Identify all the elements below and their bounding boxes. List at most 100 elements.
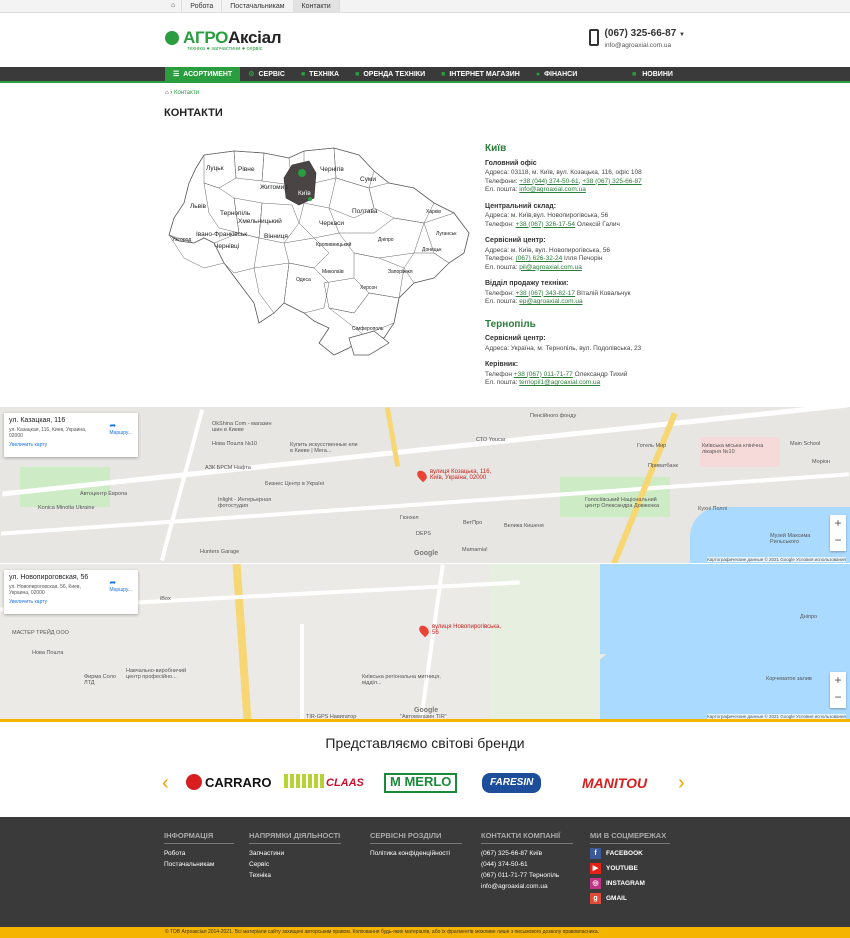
zoom-out-button[interactable]: − (830, 689, 846, 706)
map-region-label[interactable]: Чернігів (320, 165, 344, 173)
chevron-right-icon[interactable]: › (678, 770, 685, 796)
map-label[interactable]: Автоцентр Европа (80, 491, 127, 497)
map-region-label[interactable]: Луцьк (206, 165, 224, 172)
map-label[interactable]: Купить искусственные ели в Киеве | Мега.… (290, 442, 360, 454)
map-pin[interactable]: вулиця Козацька, 116, Київ, Україна, 020… (415, 468, 500, 482)
map-label[interactable]: Дніпро (800, 614, 817, 620)
map-label[interactable]: Навчально-виробничий центр професійно... (126, 668, 196, 680)
footer-link[interactable]: Постачальникам (164, 859, 234, 870)
social-instagram[interactable]: ◎ INSTAGRAM (590, 878, 670, 889)
chevron-down-icon[interactable]: ▼ (679, 32, 685, 38)
map-region-label[interactable]: Сімферополь (352, 326, 384, 332)
nav-news[interactable]: ■ НОВИНИ (632, 67, 673, 83)
header-email[interactable]: info@agroaxial.com.ua (605, 42, 685, 49)
map-region-label[interactable]: Київ (298, 190, 311, 197)
email-link[interactable]: pil@agroaxial.com.ua (519, 264, 582, 271)
phone-link[interactable]: +38 (067) 326-17-54 (516, 221, 575, 228)
enlarge-map-link[interactable]: Увеличить карту (9, 599, 133, 605)
map-region-label[interactable]: Полтава (352, 208, 378, 215)
map-label[interactable]: iBox (160, 596, 171, 602)
map-label[interactable]: Пенсійного фонду (530, 413, 576, 419)
map-label[interactable]: ВетПро (463, 520, 482, 526)
footer-link[interactable]: Робота (164, 848, 234, 859)
zoom-control[interactable]: + − (830, 672, 846, 708)
map-label[interactable]: МАСТЕР ТРЕЙД ООО (12, 630, 69, 636)
map-label[interactable]: Приватбанк (648, 463, 678, 469)
footer-link[interactable]: (044) 374-50-61 (481, 859, 573, 870)
map-label[interactable]: DEPS (416, 531, 431, 537)
social-facebook[interactable]: f FACEBOOK (590, 848, 670, 859)
map-region-label[interactable]: Рівне (238, 165, 255, 173)
map-region-label[interactable]: Одеса (296, 277, 311, 283)
map-label[interactable]: СТО Youcar (476, 437, 506, 443)
map-label[interactable]: Konica Minolta Ukraine (38, 505, 95, 511)
map-region-label[interactable]: Івано-Франківськ (196, 230, 247, 238)
zoom-control[interactable]: + − (830, 515, 846, 551)
map-label[interactable]: Фирма Соло ЛТД (84, 674, 124, 686)
map-label[interactable]: Київська регіональна митниця, відділ... (362, 674, 442, 686)
map-label[interactable]: Музей Максима Рильського (770, 533, 830, 545)
nav-rent[interactable]: ■ ОРЕНДА ТЕХНІКИ (347, 67, 433, 83)
zoom-in-button[interactable]: + (830, 672, 846, 689)
footer-link[interactable]: Запчастини (249, 848, 341, 859)
map-region-label[interactable]: Донецьк (422, 247, 442, 253)
brand-claas[interactable]: CLAAS (284, 773, 364, 793)
social-youtube[interactable]: ▶ YOUTUBE (590, 863, 670, 874)
brand-manitou[interactable]: MANITOU (582, 773, 647, 793)
map-region-label[interactable]: Хмельницький (238, 217, 282, 225)
map-region-label[interactable]: Черкаси (319, 220, 344, 227)
map-label[interactable]: Кухні Поллі (698, 506, 727, 512)
map-region-label[interactable]: Харків (426, 209, 441, 215)
map-label[interactable]: Гюнхел (400, 515, 419, 521)
map-label[interactable]: Hunters Garage (200, 549, 239, 555)
top-link-work[interactable]: Робота (182, 0, 223, 13)
footer-link[interactable]: (067) 011-71-77 Тернопіль (481, 870, 573, 881)
zoom-in-button[interactable]: + (830, 515, 846, 532)
footer-link[interactable]: Політика конфіденційності (370, 848, 462, 859)
map-label[interactable]: Велика Кишеня (504, 523, 544, 529)
map-label[interactable]: Main School (790, 441, 820, 447)
ukraine-map[interactable]: Луцьк Рівне Житомир Київ Чернігів Суми Х… (164, 143, 474, 363)
map-region-label[interactable]: Тернопіль (220, 209, 251, 217)
social-gmail[interactable]: g GMAIL (590, 893, 670, 904)
home-icon[interactable]: ⌂ (165, 0, 183, 13)
map-region-label[interactable]: Луганськ (436, 231, 457, 237)
map-region-label[interactable]: Чернівці (214, 242, 239, 250)
phone-link[interactable]: (067) 626-32-24 (516, 255, 563, 262)
google-map-novopyrohivska[interactable]: ул. Новопироговская, 56 ул. Новопироговс… (0, 564, 850, 720)
nav-finance[interactable]: ● ФІНАНСИ (528, 67, 585, 83)
zoom-out-button[interactable]: − (830, 532, 846, 549)
nav-machinery[interactable]: ■ ТЕХНІКА (293, 67, 347, 83)
kyiv-marker-icon[interactable] (298, 169, 306, 177)
email-link[interactable]: ep@agroaxial.com.ua (519, 298, 582, 305)
map-label[interactable]: Mamamia! (462, 547, 488, 553)
map-region-label[interactable]: Запоріжжя (388, 269, 413, 275)
map-pin[interactable]: вулиця Новопирогівська, 56 (417, 623, 502, 637)
map-region-label[interactable]: Львів (190, 202, 207, 210)
phone-link[interactable]: +38 (067) 343-82-17 (516, 290, 575, 297)
map-label[interactable]: АЗК БРСМ Нафта (205, 465, 251, 471)
footer-link[interactable]: info@agroaxial.com.ua (481, 881, 573, 892)
map-region-label[interactable]: Дніпро (378, 237, 394, 243)
map-label[interactable]: Inlight - Интерьерная фотостудия (218, 497, 298, 509)
enlarge-map-link[interactable]: Увеличить карту (9, 442, 133, 448)
phone-link[interactable]: +38 (044) 374-50-61 (519, 178, 578, 185)
directions-button[interactable]: ➦ Маршру... (109, 421, 132, 436)
map-attribution[interactable]: Картографические данные © 2021 Google Ус… (707, 557, 846, 562)
map-region-label[interactable]: Миколаїв (322, 269, 344, 275)
email-link[interactable]: ternopil1@agroaxial.com.ua (519, 379, 600, 386)
footer-link[interactable]: Сервіс (249, 859, 341, 870)
map-label[interactable]: Моріон (812, 459, 830, 465)
phone-link[interactable]: +38 (067) 325-66-87 (582, 178, 641, 185)
map-region-label[interactable]: Житомир (260, 184, 288, 191)
brand-merlo[interactable]: M MERLO (384, 773, 458, 793)
brand-faresin[interactable]: FARESIN (482, 773, 542, 793)
top-link-suppliers[interactable]: Постачальникам (222, 0, 294, 13)
map-label[interactable]: Нова Пошта (32, 650, 63, 656)
home-icon[interactable]: ⌂ (165, 90, 169, 96)
phone-link[interactable]: +38 (067) 011-71-77 (514, 371, 573, 378)
top-link-contacts[interactable]: Контакти (293, 0, 340, 13)
chevron-left-icon[interactable]: ‹ (162, 770, 169, 796)
google-map-kozatska[interactable]: ул. Казацкая, 116 ул. Казацкая, 116, Кие… (0, 407, 850, 563)
footer-link[interactable]: (067) 325-66-87 Київ (481, 848, 573, 859)
